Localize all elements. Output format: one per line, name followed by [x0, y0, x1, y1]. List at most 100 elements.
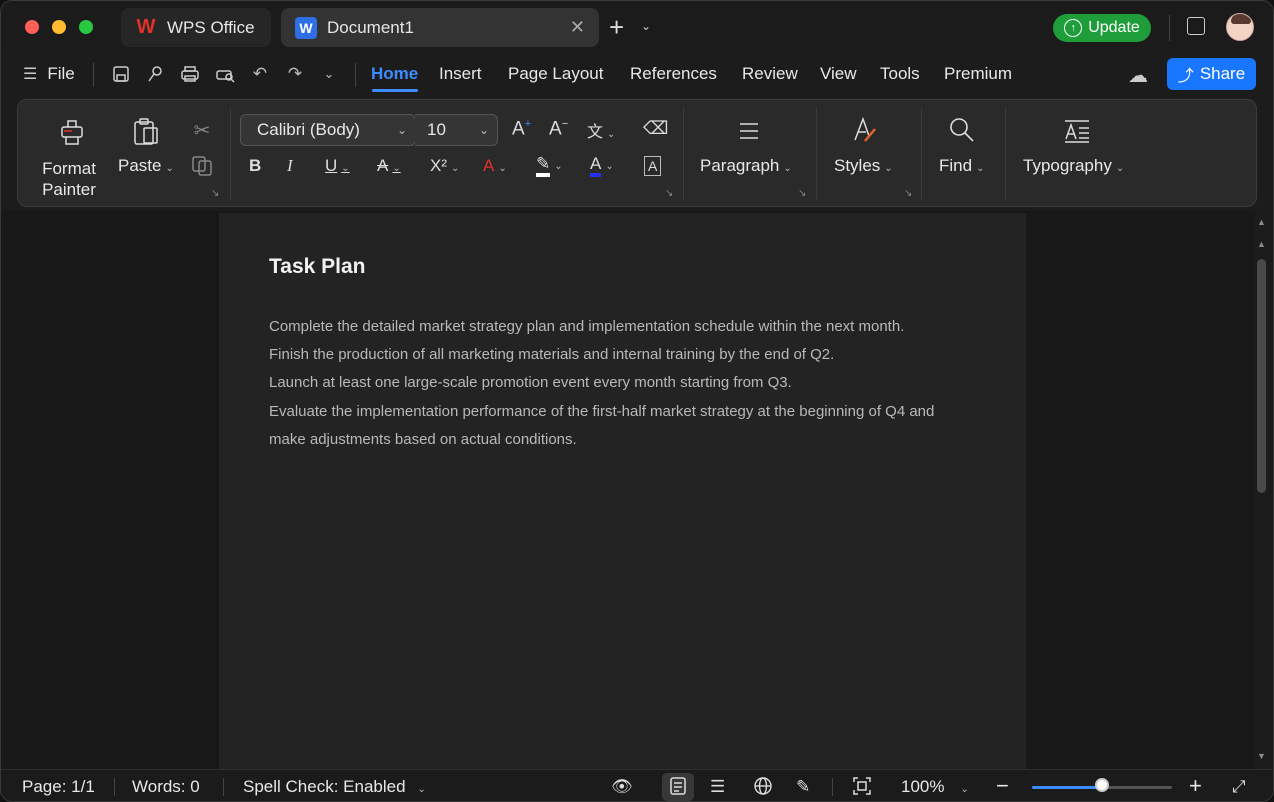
page-view-icon[interactable]	[670, 777, 686, 800]
search-icon[interactable]	[948, 116, 976, 144]
scroll-up-icon[interactable]: ▲	[1257, 239, 1266, 249]
text-effect-icon[interactable]: A ⌄	[483, 156, 507, 176]
outline-view-icon[interactable]: ☰	[710, 777, 725, 797]
file-menu[interactable]: ☰ File	[23, 64, 75, 84]
page-count[interactable]: Page: 1/1	[22, 777, 95, 797]
chevron-down-icon: ⌄	[396, 123, 407, 137]
paragraph[interactable]: Finish the production of all marketing m…	[269, 341, 959, 369]
new-tab-icon[interactable]: +	[609, 12, 624, 43]
fullscreen-icon[interactable]: ⤢	[1232, 777, 1246, 797]
increase-font-icon[interactable]: A+	[512, 118, 531, 140]
typography-icon[interactable]	[1063, 118, 1091, 144]
paragraph-settings-icon[interactable]: ↘	[798, 188, 806, 199]
phonetic-guide-icon[interactable]: 文 ⌄	[587, 118, 615, 142]
tab-insert[interactable]: Insert	[439, 64, 482, 84]
character-border-icon[interactable]: A	[644, 156, 662, 176]
document-body[interactable]: Complete the detailed market strategy pl…	[269, 313, 959, 454]
status-bar: Page: 1/1 Words: 0 Spell Check: Enabled ⌄…	[1, 769, 1273, 801]
chevron-down-icon: ⌄	[165, 163, 174, 174]
italic-icon[interactable]: I	[287, 156, 293, 176]
divider	[921, 108, 922, 200]
pen-icon[interactable]: ✎	[796, 777, 810, 797]
underline-icon[interactable]: U ⌄	[325, 156, 350, 176]
tab-wps-office[interactable]: W WPS Office	[121, 8, 271, 47]
scroll-top-icon[interactable]: ▲	[1257, 217, 1266, 227]
document-title[interactable]: Task Plan	[269, 255, 366, 279]
find-button[interactable]: Find ⌄	[939, 156, 984, 176]
styles-icon[interactable]	[851, 116, 879, 144]
share-button[interactable]: ⤴ Share	[1167, 58, 1256, 90]
decrease-font-icon[interactable]: A−	[549, 118, 568, 140]
chevron-down-icon[interactable]: ⌄	[641, 19, 651, 33]
cloud-upload-icon[interactable]: ☁	[1128, 63, 1148, 88]
styles-settings-icon[interactable]: ↘	[904, 188, 912, 199]
font-settings-icon[interactable]: ↘	[665, 188, 673, 199]
tab-page-layout[interactable]: Page Layout	[508, 64, 603, 84]
word-count[interactable]: Words: 0	[132, 777, 200, 797]
format-painter-icon[interactable]	[56, 116, 88, 148]
undo-icon[interactable]: ↶	[249, 63, 271, 85]
paragraph[interactable]: Launch at least one large-scale promotio…	[269, 369, 959, 397]
print-preview-icon[interactable]	[214, 63, 236, 85]
styles-button[interactable]: Styles ⌄	[834, 156, 893, 176]
paragraph-button[interactable]: Paragraph ⌄	[700, 156, 792, 176]
paragraph[interactable]: Complete the detailed market strategy pl…	[269, 313, 959, 341]
scroll-down-icon[interactable]: ▼	[1257, 751, 1266, 761]
close-tab-icon[interactable]: ✕	[570, 17, 585, 38]
strikethrough-icon[interactable]: A ⌄	[377, 156, 401, 176]
window-mode-icon[interactable]	[1187, 17, 1205, 35]
bold-icon[interactable]: B	[249, 156, 261, 176]
focus-mode-icon[interactable]	[853, 777, 871, 800]
format-painter-label[interactable]: Format Painter	[36, 158, 102, 200]
zoom-level[interactable]: 100% ⌄	[901, 777, 969, 797]
paragraph-icon[interactable]	[736, 118, 762, 144]
active-tab-indicator	[372, 89, 418, 92]
avatar[interactable]	[1226, 13, 1254, 41]
spell-check-status[interactable]: Spell Check: Enabled ⌄	[243, 777, 426, 797]
tab-home[interactable]: Home	[371, 64, 418, 84]
reading-mode-icon[interactable]: 👁	[611, 777, 633, 797]
zoom-slider-handle[interactable]	[1095, 778, 1109, 792]
scrollbar-thumb[interactable]	[1257, 259, 1266, 493]
typography-button[interactable]: Typography ⌄	[1023, 156, 1124, 176]
copy-icon[interactable]	[190, 154, 214, 178]
divider	[1005, 108, 1006, 200]
font-size-select[interactable]: 10 ⌄	[415, 114, 498, 146]
tab-premium[interactable]: Premium	[944, 64, 1012, 84]
zoom-out-icon[interactable]: −	[996, 773, 1009, 799]
font-color-icon[interactable]: A ⌄	[590, 154, 614, 177]
clipboard-settings-icon[interactable]: ↘	[211, 188, 219, 199]
divider	[683, 108, 684, 200]
save-icon[interactable]	[110, 63, 132, 85]
paste-icon[interactable]	[130, 116, 162, 148]
print-icon[interactable]	[179, 63, 201, 85]
paragraph[interactable]: Evaluate the implementation performance …	[269, 398, 959, 454]
chevron-down-icon: ⌄	[976, 163, 985, 174]
close-window-button[interactable]	[25, 20, 39, 34]
divider	[230, 108, 231, 200]
title-bar: W WPS Office W Document1 ✕ + ⌄ ↑ Update	[1, 1, 1273, 53]
maximize-window-button[interactable]	[79, 20, 93, 34]
font-name-select[interactable]: Calibri (Body) ⌄	[240, 114, 416, 146]
share-label: Share	[1199, 64, 1246, 83]
tab-review[interactable]: Review	[742, 64, 798, 84]
superscript-icon[interactable]: X² ⌄	[430, 156, 459, 176]
styles-label: Styles	[834, 156, 881, 175]
update-button[interactable]: ↑ Update	[1053, 14, 1151, 42]
tab-view[interactable]: View	[820, 64, 857, 84]
tab-document1[interactable]: W Document1 ✕	[281, 8, 599, 47]
cut-icon[interactable]: ✂	[190, 118, 214, 142]
divider	[816, 108, 817, 200]
tab-references[interactable]: References	[630, 64, 717, 84]
highlight-icon[interactable]: ✎ ⌄	[536, 154, 563, 177]
paste-button[interactable]: Paste ⌄	[118, 156, 174, 176]
redo-icon[interactable]: ↷	[284, 63, 306, 85]
web-view-icon[interactable]	[754, 777, 772, 800]
zoom-in-icon[interactable]: +	[1189, 773, 1202, 799]
chevron-down-icon[interactable]: ⌄	[318, 63, 340, 85]
document-page[interactable]: Task Plan Complete the detailed market s…	[219, 213, 1026, 773]
minimize-window-button[interactable]	[52, 20, 66, 34]
clear-format-icon[interactable]: ⌫	[643, 118, 668, 139]
tab-tools[interactable]: Tools	[880, 64, 920, 84]
format-brush-icon[interactable]	[144, 63, 166, 85]
